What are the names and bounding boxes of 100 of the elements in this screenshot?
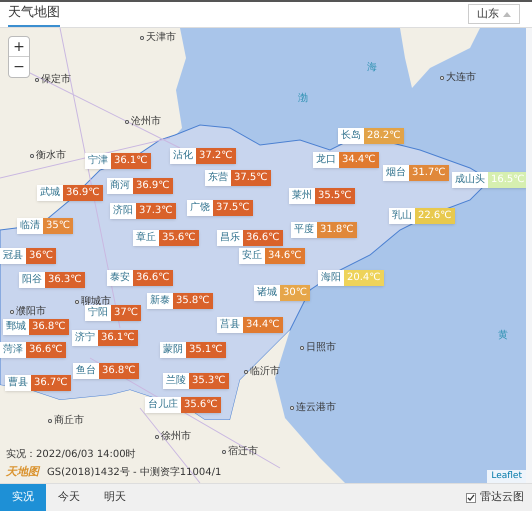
station-name: 长岛 [338, 128, 364, 144]
city-label: 保定市 [41, 72, 71, 87]
zoom-in-button[interactable]: + [9, 37, 29, 57]
station-marker[interactable]: 蒙阴 35.1℃ [160, 342, 226, 358]
station-name: 昌乐 [217, 230, 243, 246]
station-marker[interactable]: 鄄城 36.8℃ [3, 319, 68, 335]
map-logo: 天地图 [6, 464, 39, 480]
station-marker[interactable]: 鱼台 36.8℃ [73, 363, 138, 379]
station-temp: 35.6℃ [183, 398, 218, 412]
station-marker[interactable]: 莱州 35.5℃ [289, 188, 354, 204]
station-temp: 36.7℃ [33, 376, 68, 390]
station-marker[interactable]: 曹县 36.7℃ [5, 375, 70, 391]
station-marker[interactable]: 烟台 31.7℃ [383, 165, 448, 181]
station-marker[interactable]: 章丘 35.6℃ [133, 230, 198, 246]
station-marker[interactable]: 龙口 34.4℃ [313, 152, 378, 168]
station-temp: 36.9℃ [65, 186, 100, 200]
station-marker[interactable]: 济宁 36.1℃ [72, 330, 138, 346]
sea-label: 海 [367, 61, 377, 75]
station-temp: 36.6℃ [28, 343, 64, 357]
station-name: 鱼台 [73, 363, 99, 379]
station-temp: 35.5℃ [317, 189, 352, 203]
city-label: 大连市 [446, 70, 476, 85]
station-marker[interactable]: 乳山 22.6℃ [389, 208, 454, 224]
station-name: 济阳 [110, 203, 136, 219]
region-select[interactable]: 山东 [468, 4, 520, 24]
station-name: 鄄城 [3, 319, 29, 335]
station-marker[interactable]: 商河 36.9℃ [107, 178, 172, 194]
station-marker[interactable]: 新泰 35.8℃ [147, 293, 212, 309]
station-marker[interactable]: 长岛 28.2℃ [338, 128, 404, 144]
station-temp: 22.6℃ [417, 209, 452, 223]
station-temp: 37.5℃ [215, 201, 250, 215]
station-marker[interactable]: 沾化 37.2℃ [170, 148, 236, 164]
city-label: 聊城市 [81, 294, 111, 307]
station-name: 济宁 [72, 330, 98, 346]
station-marker[interactable]: 平度 31.8℃ [291, 222, 356, 238]
station-temp: 36.8℃ [31, 320, 66, 334]
station-marker[interactable]: 东营 37.5℃ [205, 170, 270, 186]
station-name: 宁阳 [85, 305, 111, 321]
station-temp: 35.8℃ [175, 294, 210, 308]
station-temp: 36.1℃ [100, 331, 136, 345]
station-temp: 35℃ [45, 219, 71, 233]
station-marker[interactable]: 泰安 36.6℃ [107, 270, 172, 286]
station-temp: 34.4℃ [245, 318, 280, 332]
overlay-checkbox[interactable] [466, 492, 476, 502]
station-temp: 31.8℃ [319, 223, 354, 237]
station-marker[interactable]: 济阳 37.3℃ [110, 203, 176, 219]
observation-time: 实况：2022/06/03 14:00时 [6, 448, 136, 462]
overlay-label: 雷达云图 [480, 489, 524, 506]
station-marker[interactable]: 武城 36.9℃ [37, 185, 102, 201]
station-temp: 20.4℃ [346, 271, 382, 285]
tab[interactable]: 明天 [92, 484, 138, 511]
map-license: GS(2018)1432号 - 中测资字11004/1 [47, 466, 222, 480]
station-marker[interactable]: 海阳 20.4℃ [318, 270, 384, 286]
station-marker[interactable]: 安丘 34.6℃ [239, 248, 304, 264]
station-marker[interactable]: 菏泽 36.6℃ [0, 342, 66, 358]
station-temp: 30℃ [282, 286, 308, 300]
station-marker[interactable]: 兰陵 35.3℃ [163, 373, 228, 389]
zoom-out-button[interactable]: − [9, 57, 29, 77]
tab[interactable]: 实况 [0, 484, 46, 511]
station-temp: 31.7℃ [411, 166, 446, 180]
station-name: 菏泽 [0, 342, 26, 358]
station-name: 龙口 [313, 152, 339, 168]
station-temp: 34.4℃ [341, 153, 376, 167]
station-name: 泰安 [107, 270, 133, 286]
station-name: 蒙阴 [160, 342, 186, 358]
attribution-link[interactable]: Leaflet [487, 470, 526, 483]
station-name: 章丘 [133, 230, 159, 246]
station-marker[interactable]: 成山头 16.5℃ [452, 172, 526, 188]
station-name: 商河 [107, 178, 133, 194]
caret-up-icon [503, 12, 511, 16]
station-name: 宁津 [85, 153, 111, 169]
tab[interactable]: 今天 [46, 484, 92, 511]
station-marker[interactable]: 宁津 36.1℃ [85, 153, 150, 169]
station-marker[interactable]: 台儿庄 35.6℃ [145, 397, 220, 413]
station-marker[interactable]: 冠县 36℃ [0, 248, 56, 264]
station-name: 乳山 [389, 208, 415, 224]
station-name: 曹县 [5, 375, 31, 391]
station-name: 新泰 [147, 293, 173, 309]
check-icon [467, 494, 475, 502]
station-name: 海阳 [318, 270, 344, 286]
station-temp: 36.6℃ [245, 231, 280, 245]
station-marker[interactable]: 昌乐 36.6℃ [217, 230, 282, 246]
station-temp: 36.8℃ [101, 364, 136, 378]
sea-label: 黄 [498, 328, 508, 343]
station-temp: 35.3℃ [191, 374, 226, 388]
city-label: 沧州市 [131, 114, 161, 129]
station-marker[interactable]: 莒县 34.4℃ [217, 317, 282, 333]
station-temp: 37.3℃ [138, 204, 174, 218]
city-label: 连云港市 [296, 400, 336, 415]
station-marker[interactable]: 阳谷 36.3℃ [19, 272, 84, 288]
station-name: 阳谷 [19, 272, 45, 288]
station-marker[interactable]: 诸城 30℃ [254, 285, 310, 301]
station-name: 武城 [37, 185, 63, 201]
station-name: 成山头 [452, 172, 488, 188]
city-label: 天津市 [146, 30, 176, 45]
station-marker[interactable]: 临清 35℃ [17, 218, 73, 234]
station-temp: 37.2℃ [198, 149, 234, 163]
station-marker[interactable]: 广饶 37.5℃ [187, 200, 252, 216]
city-label: 临沂市 [250, 364, 280, 379]
station-marker[interactable]: 宁阳 37℃ [85, 305, 141, 321]
